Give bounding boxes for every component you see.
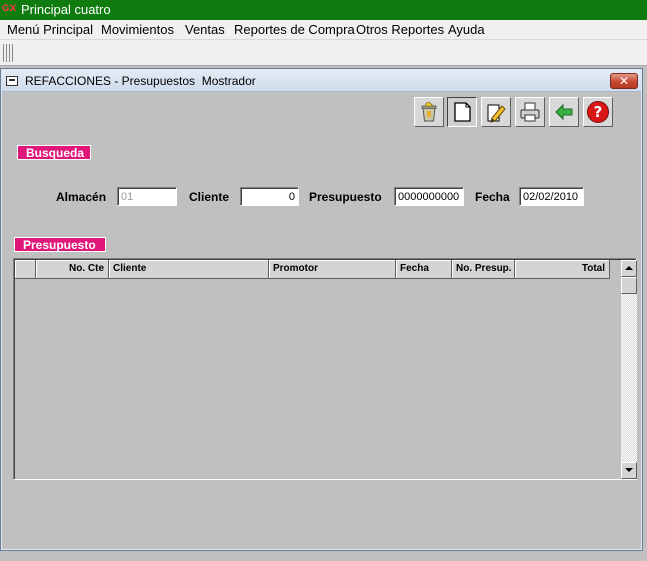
child-window-title: REFACCIONES - Presupuestos Mostrador — [25, 74, 256, 88]
app-titlebar: GX Principal cuatro — [0, 0, 647, 20]
app-logo-icon: GX — [2, 4, 17, 14]
cliente-label: Cliente — [189, 190, 230, 204]
menu-ventas[interactable]: Ventas — [185, 22, 225, 37]
column-header-promotor[interactable]: Promotor — [269, 260, 396, 279]
scroll-thumb[interactable] — [621, 277, 637, 294]
column-header-cliente[interactable]: Cliente — [109, 260, 269, 279]
column-header-fecha[interactable]: Fecha — [396, 260, 452, 279]
printer-icon — [520, 102, 540, 122]
menu-bar: Menú Principal Movimientos Ventas Report… — [0, 20, 647, 40]
presupuesto-section-label: Presupuesto — [14, 237, 106, 252]
print-button[interactable] — [515, 97, 545, 127]
grid-vertical-scrollbar[interactable] — [621, 260, 637, 479]
svg-text:?: ? — [594, 103, 603, 121]
menu-ayuda[interactable]: Ayuda — [448, 22, 485, 37]
window-icon — [6, 76, 18, 86]
presupuesto-label: Presupuesto — [309, 190, 382, 204]
delete-bin-icon — [421, 102, 437, 122]
delete-button[interactable] — [414, 97, 444, 127]
column-header-selector[interactable] — [15, 260, 36, 279]
arrow-up-icon — [625, 266, 633, 270]
child-window-titlebar[interactable]: REFACCIONES - Presupuestos Mostrador ✕ — [2, 70, 641, 92]
busqueda-section-label: Busqueda — [17, 145, 91, 160]
app-title: Principal cuatro — [21, 2, 111, 17]
cliente-field[interactable] — [240, 187, 299, 206]
arrow-down-icon — [625, 468, 633, 472]
back-button[interactable] — [549, 97, 579, 127]
presupuesto-grid[interactable]: No. Cte Cliente Promotor Fecha No. Presu… — [13, 258, 637, 480]
almacen-field[interactable] — [117, 187, 177, 206]
menu-movimientos[interactable]: Movimientos — [101, 22, 174, 37]
menu-otros-reportes[interactable]: Otros Reportes — [356, 22, 444, 37]
presupuesto-field[interactable] — [394, 187, 464, 206]
close-button[interactable]: ✕ — [610, 73, 638, 89]
scroll-down-button[interactable] — [621, 462, 637, 479]
new-document-button[interactable] — [447, 97, 477, 127]
toolbar-strip — [0, 40, 647, 66]
menu-menu-principal[interactable]: Menú Principal — [7, 22, 93, 37]
almacen-label: Almacén — [56, 190, 107, 204]
column-header-total[interactable]: Total — [515, 260, 610, 279]
help-icon: ? — [587, 101, 609, 123]
menu-reportes-de-compra[interactable]: Reportes de Compra — [234, 22, 355, 37]
edit-pencil-icon — [487, 104, 506, 123]
column-header-no-presup[interactable]: No. Presup. — [452, 260, 515, 279]
edit-button[interactable] — [481, 97, 511, 127]
help-button[interactable]: ? — [583, 97, 613, 127]
fecha-field[interactable] — [519, 187, 584, 206]
new-document-icon — [454, 102, 471, 122]
grid-header: No. Cte Cliente Promotor Fecha No. Presu… — [15, 260, 621, 279]
back-arrow-icon — [555, 103, 573, 121]
fecha-label: Fecha — [475, 190, 510, 204]
column-header-no-cte[interactable]: No. Cte — [36, 260, 109, 279]
scroll-up-button[interactable] — [621, 260, 637, 277]
toolbar-grip[interactable] — [3, 44, 13, 62]
